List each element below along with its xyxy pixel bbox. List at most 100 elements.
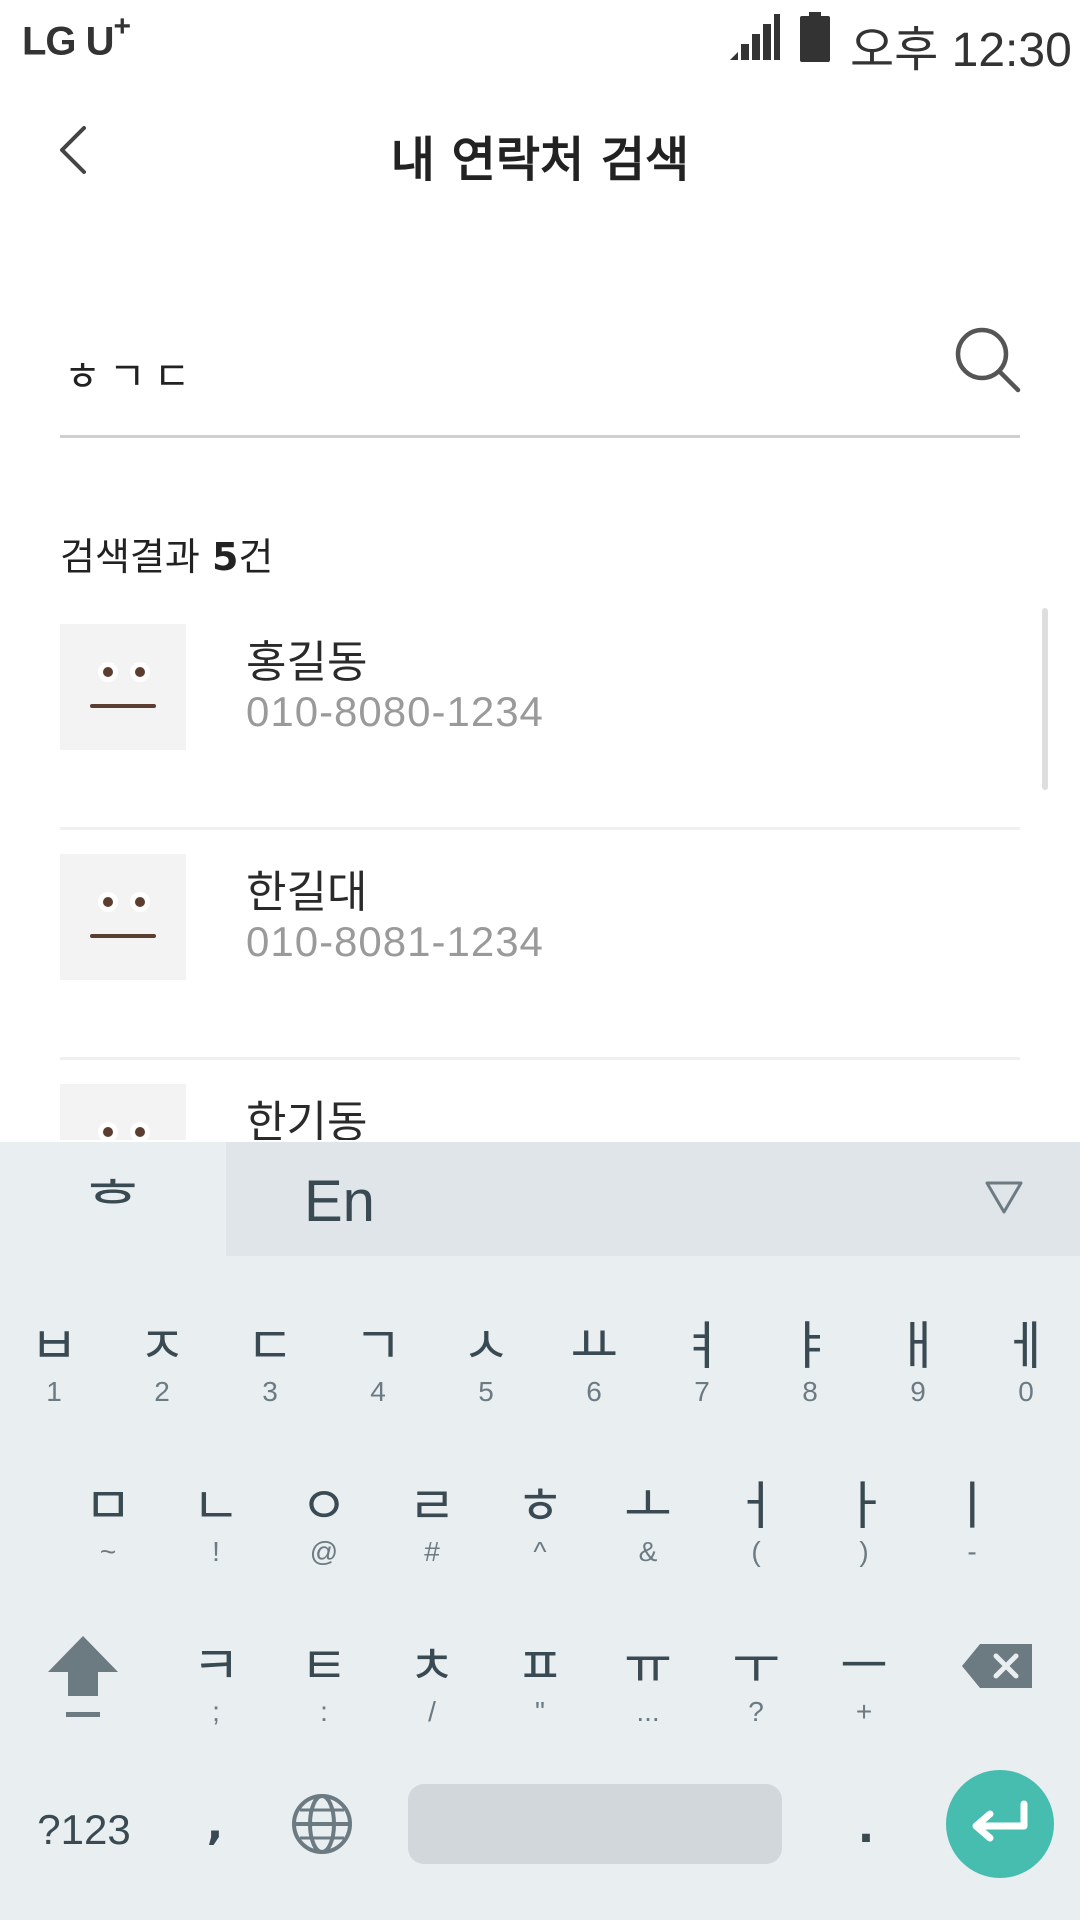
letter-key[interactable]: ㅕ7 [652, 1284, 752, 1434]
letter-key[interactable]: ㅂ1 [4, 1284, 104, 1434]
contact-row[interactable]: 한기동 [60, 1060, 1020, 1140]
avatar [60, 1084, 186, 1140]
face-icon [90, 662, 156, 708]
key-label: ㅍ [516, 1637, 564, 1697]
contact-row[interactable]: 한길대 010-8081-1234 [60, 830, 1020, 1060]
contact-name: 홍길동 [246, 637, 368, 688]
enter-icon [972, 1800, 1028, 1842]
letter-key[interactable]: ㅈ2 [112, 1284, 212, 1434]
scrollbar[interactable] [1042, 608, 1048, 790]
key-label: ㅑ [786, 1317, 834, 1377]
letter-key[interactable]: ㅑ8 [760, 1284, 860, 1434]
letter-key[interactable]: ㅅ5 [436, 1284, 536, 1434]
key-label: ㅡ [840, 1637, 888, 1697]
key-sublabel: + [855, 1696, 873, 1727]
key-label: ㅌ [300, 1637, 348, 1697]
key-sublabel: 4 [370, 1376, 386, 1407]
page-title: 내 연락처 검색 [390, 132, 690, 188]
letter-key[interactable]: ㅗ & [598, 1444, 698, 1594]
letter-key[interactable]: ㅍ " [490, 1604, 590, 1754]
key-sublabel: ( [751, 1536, 761, 1567]
letter-key[interactable]: ㅔ0 [976, 1284, 1076, 1434]
search-icon[interactable] [952, 324, 1024, 396]
signal-icon [730, 14, 780, 60]
status-bar: LG U+ 오후 12:30 [0, 0, 1080, 78]
key-label: ㅊ [408, 1637, 456, 1697]
period-key[interactable]: . [836, 1788, 896, 1868]
english-mode-tab[interactable]: En [226, 1142, 1080, 1256]
letter-key[interactable]: ㅏ) [814, 1444, 914, 1594]
letter-key[interactable]: ㅁ ~ [58, 1444, 158, 1594]
letter-key[interactable]: ㄹ # [382, 1444, 482, 1594]
korean-mode-tab[interactable]: ᄒ [0, 1142, 226, 1256]
key-sublabel: 7 [694, 1376, 710, 1407]
key-label: ㅐ [894, 1317, 942, 1377]
letter-key[interactable]: ㅊ / [382, 1604, 482, 1754]
key-sublabel: / [428, 1696, 436, 1727]
contact-row[interactable]: 홍길동 010-8080-1234 [60, 600, 1020, 830]
globe-icon[interactable] [286, 1788, 358, 1860]
key-sublabel: ... [636, 1696, 660, 1727]
key-label: ㅗ [624, 1477, 672, 1537]
key-label: ㄱ [354, 1317, 402, 1377]
key-sublabel: 9 [910, 1376, 926, 1407]
key-sublabel: ? [748, 1696, 764, 1727]
key-sublabel: ~ [99, 1536, 117, 1567]
key-label: ㅋ [192, 1637, 240, 1697]
keyboard-toolbar: ᄒ En [0, 1142, 1080, 1256]
letter-key[interactable]: ㅠ... [598, 1604, 698, 1754]
key-label: ㅓ [732, 1477, 780, 1537]
result-count: 검색결과 5건 [60, 535, 274, 579]
face-icon [98, 1122, 150, 1140]
key-sublabel: ^ [533, 1536, 547, 1567]
clock: 오후 12:30 [850, 24, 1072, 77]
key-sublabel: 2 [154, 1376, 170, 1407]
key-label: ㅠ [624, 1637, 672, 1697]
collapse-keyboard-icon[interactable] [984, 1180, 1024, 1216]
key-sublabel: & [638, 1536, 658, 1567]
symbols-key[interactable]: ?123 [24, 1790, 144, 1870]
key-label: ㅕ [678, 1317, 726, 1377]
letter-key[interactable]: ㄷ3 [220, 1284, 320, 1434]
letter-key[interactable]: ㅓ( [706, 1444, 806, 1594]
comma-key[interactable]: , [180, 1790, 250, 1870]
letter-key[interactable]: ㅐ9 [868, 1284, 968, 1434]
contact-list: 홍길동 010-8080-1234 한길대 010-8081-1234 한기동 [60, 600, 1020, 1140]
key-sublabel: 5 [478, 1376, 494, 1407]
key-label: ㅁ [84, 1477, 132, 1537]
contact-name: 한길대 [246, 867, 368, 918]
letter-key[interactable]: ㅣ- [922, 1444, 1022, 1594]
app-header: 내 연락처 검색 [0, 100, 1080, 200]
letter-key[interactable]: ㅜ? [706, 1604, 806, 1754]
contact-phone: 010-8081-1234 [246, 918, 544, 965]
space-key[interactable] [408, 1784, 782, 1864]
letter-key[interactable]: ㅎ ^ [490, 1444, 590, 1594]
battery-icon [800, 12, 830, 62]
avatar [60, 854, 186, 980]
key-sublabel: 6 [586, 1376, 602, 1407]
letter-key[interactable]: ㅇ @ [274, 1444, 374, 1594]
key-label: ㅅ [462, 1317, 510, 1377]
key-label: ㅜ [732, 1637, 780, 1697]
letter-key[interactable]: ㅌ: [274, 1604, 374, 1754]
key-label: ㅣ [948, 1477, 996, 1537]
enter-key[interactable] [946, 1770, 1054, 1878]
key-label: ㄷ [246, 1317, 294, 1377]
key-sublabel: ; [212, 1696, 220, 1727]
key-sublabel: ! [212, 1536, 220, 1567]
letter-key[interactable]: ㄱ4 [328, 1284, 428, 1434]
letter-key[interactable]: ㅛ6 [544, 1284, 644, 1434]
search-input[interactable] [64, 338, 884, 408]
letter-key[interactable]: ㅡ + [814, 1604, 914, 1754]
letter-key[interactable]: ㄴ! [166, 1444, 266, 1594]
key-sublabel: 1 [46, 1376, 62, 1407]
key-sublabel: 8 [802, 1376, 818, 1407]
letter-key[interactable]: ㅋ; [166, 1604, 266, 1754]
key-label: ㅛ [570, 1317, 618, 1377]
backspace-key[interactable] [958, 1626, 1038, 1706]
shift-key[interactable] [38, 1626, 128, 1736]
key-label: ㅇ [300, 1477, 348, 1537]
contact-name: 한기동 [246, 1097, 368, 1140]
key-label: ㅂ [30, 1317, 78, 1377]
key-sublabel: : [320, 1696, 328, 1727]
